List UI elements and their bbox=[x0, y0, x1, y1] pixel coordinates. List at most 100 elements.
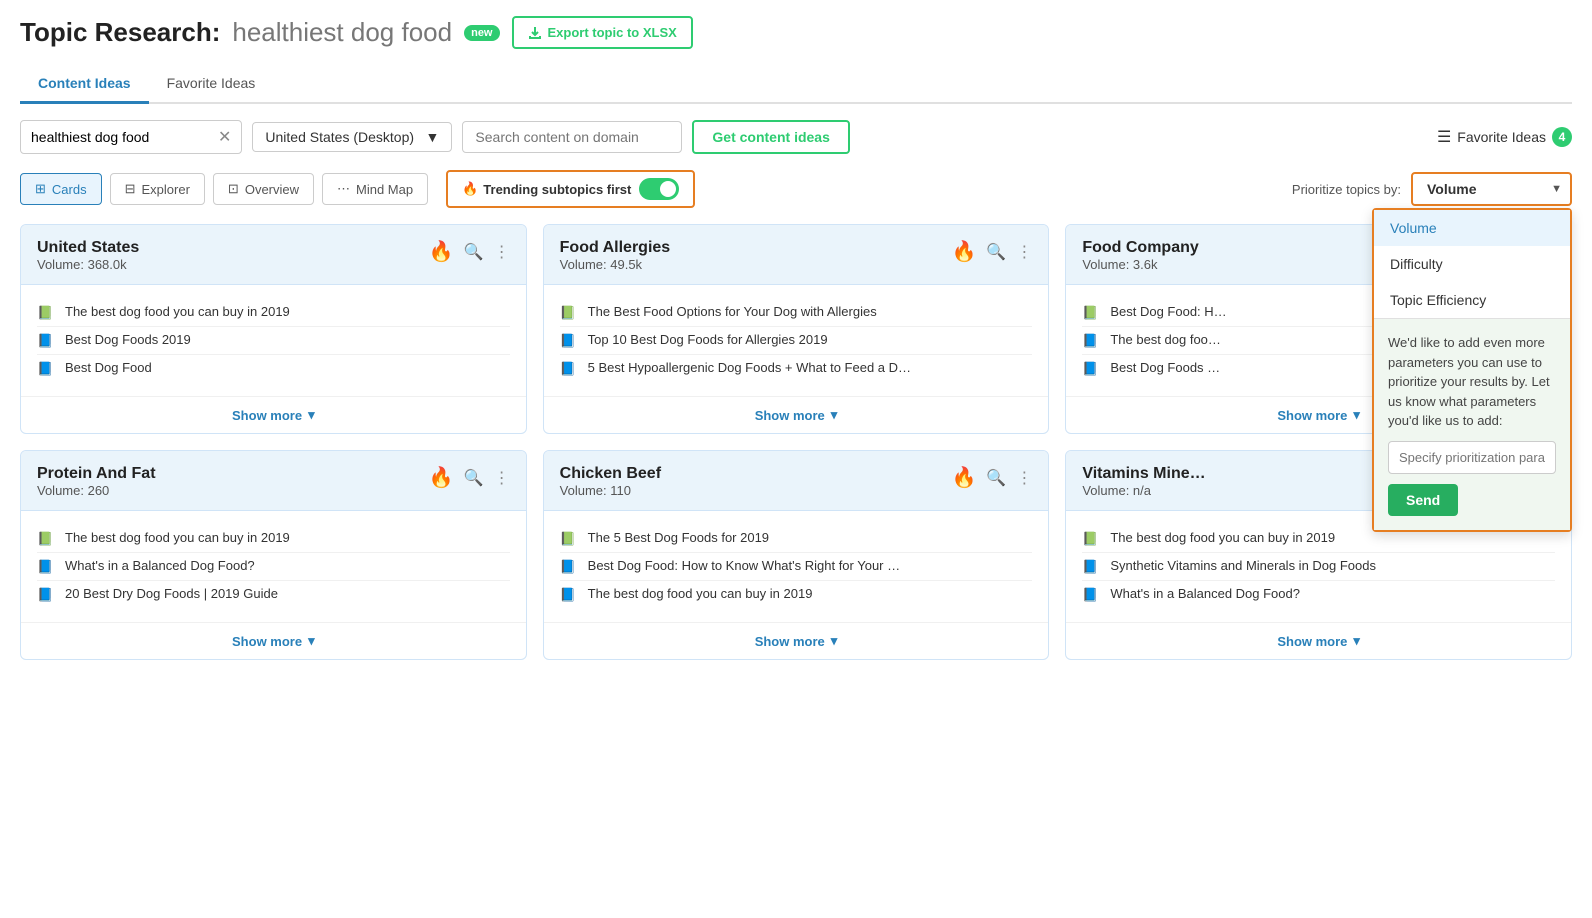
location-select[interactable]: United States (Desktop) ▼ bbox=[252, 122, 452, 152]
card-search-button[interactable]: 🔍 bbox=[986, 242, 1006, 262]
fire-badge-icon: 🔥 bbox=[429, 239, 454, 264]
list-item: 📘 What's in a Balanced Dog Food? bbox=[1082, 581, 1555, 608]
get-ideas-button[interactable]: Get content ideas bbox=[692, 120, 849, 154]
new-badge: new bbox=[464, 25, 499, 41]
card-food-allergies: Food Allergies Volume: 49.5k 🔥 🔍 ⋮ 📗 The… bbox=[543, 224, 1050, 434]
prioritize-dropdown: Volume Difficulty Topic Efficiency We'd … bbox=[1372, 208, 1572, 532]
feedback-input[interactable] bbox=[1388, 441, 1556, 474]
blue-arrow-icon: 📘 bbox=[1082, 559, 1102, 575]
green-arrow-icon: 📗 bbox=[1082, 305, 1102, 321]
card-title: Food Company bbox=[1082, 239, 1198, 257]
chevron-down-icon: ▾ bbox=[831, 407, 838, 423]
card-protein-fat: Protein And Fat Volume: 260 🔥 🔍 ⋮ 📗 The … bbox=[20, 450, 527, 660]
card-header-top: Chicken Beef Volume: 110 🔥 🔍 ⋮ bbox=[560, 465, 1033, 498]
blue-arrow-icon: 📘 bbox=[37, 587, 57, 603]
card-title: Vitamins Mine… bbox=[1082, 465, 1205, 483]
card-title-wrap: Protein And Fat Volume: 260 bbox=[37, 465, 156, 498]
card-title-wrap: Vitamins Mine… Volume: n/a bbox=[1082, 465, 1205, 498]
dropdown-feedback: We'd like to add even more parameters yo… bbox=[1374, 318, 1570, 530]
card-volume: Volume: 368.0k bbox=[37, 257, 139, 272]
view-cards-button[interactable]: ⊞ Cards bbox=[20, 173, 102, 205]
search-input[interactable] bbox=[31, 129, 212, 145]
show-more-button[interactable]: Show more ▾ bbox=[21, 396, 526, 433]
cards-icon: ⊞ bbox=[35, 181, 46, 197]
list-item: 📘 The best dog food you can buy in 2019 bbox=[560, 581, 1033, 608]
mindmap-icon: ⋯ bbox=[337, 181, 350, 197]
card-title: Food Allergies bbox=[560, 239, 671, 257]
green-arrow-icon: 📗 bbox=[37, 305, 57, 321]
list-item: 📗 The 5 Best Dog Foods for 2019 bbox=[560, 525, 1033, 553]
list-item: 📘 Best Dog Food: How to Know What's Righ… bbox=[560, 553, 1033, 581]
card-title-wrap: United States Volume: 368.0k bbox=[37, 239, 139, 272]
page-header: Topic Research: healthiest dog food new … bbox=[20, 16, 1572, 49]
card-actions: 🔥 🔍 ⋮ bbox=[952, 239, 1033, 264]
list-item: 📘 Best Dog Foods 2019 bbox=[37, 327, 510, 355]
blue-arrow-icon: 📘 bbox=[37, 333, 57, 349]
card-menu-button[interactable]: ⋮ bbox=[494, 242, 510, 262]
list-item: 📘 Top 10 Best Dog Foods for Allergies 20… bbox=[560, 327, 1033, 355]
page-title-query: healthiest dog food bbox=[232, 17, 452, 48]
card-menu-button[interactable]: ⋮ bbox=[494, 468, 510, 488]
view-mindmap-button[interactable]: ⋯ Mind Map bbox=[322, 173, 428, 205]
tab-content-ideas[interactable]: Content Ideas bbox=[20, 65, 149, 104]
table-icon: ⊟ bbox=[125, 181, 136, 197]
view-explorer-button[interactable]: ⊟ Explorer bbox=[110, 173, 205, 205]
green-arrow-icon: 📗 bbox=[37, 531, 57, 547]
card-header: United States Volume: 368.0k 🔥 🔍 ⋮ bbox=[21, 225, 526, 285]
card-header: Food Allergies Volume: 49.5k 🔥 🔍 ⋮ bbox=[544, 225, 1049, 285]
chevron-down-icon: ▾ bbox=[308, 633, 315, 649]
card-menu-button[interactable]: ⋮ bbox=[1016, 242, 1032, 262]
blue-arrow-icon: 📘 bbox=[560, 361, 580, 377]
card-title-wrap: Food Allergies Volume: 49.5k bbox=[560, 239, 671, 272]
domain-search-input[interactable] bbox=[462, 121, 682, 153]
trending-toggle-wrap: 🔥 Trending subtopics first bbox=[446, 170, 695, 208]
card-actions: 🔥 🔍 ⋮ bbox=[429, 465, 510, 490]
chevron-down-icon: ▾ bbox=[308, 407, 315, 423]
toggle-slider bbox=[639, 178, 679, 200]
prioritize-select[interactable]: Volume Difficulty Topic Efficiency bbox=[1411, 172, 1572, 206]
dropdown-option-topic-efficiency[interactable]: Topic Efficiency bbox=[1374, 282, 1570, 318]
list-item: 📗 The best dog food you can buy in 2019 bbox=[37, 299, 510, 327]
location-value: United States (Desktop) bbox=[265, 129, 414, 145]
prioritize-label: Prioritize topics by: bbox=[1292, 182, 1401, 197]
card-actions: 🔥 🔍 ⋮ bbox=[429, 239, 510, 264]
card-body: 📗 The best dog food you can buy in 2019 … bbox=[21, 285, 526, 396]
show-more-button[interactable]: Show more ▾ bbox=[21, 622, 526, 659]
trending-label: 🔥 Trending subtopics first bbox=[462, 181, 631, 197]
favorite-ideas-label: Favorite Ideas bbox=[1457, 129, 1546, 145]
card-header-top: United States Volume: 368.0k 🔥 🔍 ⋮ bbox=[37, 239, 510, 272]
fire-badge-icon: 🔥 bbox=[952, 239, 977, 264]
card-volume: Volume: 260 bbox=[37, 483, 156, 498]
card-search-button[interactable]: 🔍 bbox=[464, 242, 484, 262]
dropdown-option-difficulty[interactable]: Difficulty bbox=[1374, 246, 1570, 282]
card-menu-button[interactable]: ⋮ bbox=[1016, 468, 1032, 488]
card-title: United States bbox=[37, 239, 139, 257]
card-search-button[interactable]: 🔍 bbox=[464, 468, 484, 488]
card-body: 📗 The best dog food you can buy in 2019 … bbox=[21, 511, 526, 622]
tabs-row: Content Ideas Favorite Ideas bbox=[20, 65, 1572, 104]
show-more-button[interactable]: Show more ▾ bbox=[544, 622, 1049, 659]
feedback-text: We'd like to add even more parameters yo… bbox=[1388, 333, 1556, 431]
clear-icon[interactable]: ✕ bbox=[218, 127, 231, 147]
prioritize-select-wrapper: Volume Difficulty Topic Efficiency Volum… bbox=[1411, 172, 1572, 206]
list-item: 📘 What's in a Balanced Dog Food? bbox=[37, 553, 510, 581]
fire-badge-icon: 🔥 bbox=[952, 465, 977, 490]
list-item: 📗 The best dog food you can buy in 2019 bbox=[37, 525, 510, 553]
send-button[interactable]: Send bbox=[1388, 484, 1458, 516]
card-body: 📗 The 5 Best Dog Foods for 2019 📘 Best D… bbox=[544, 511, 1049, 622]
view-overview-button[interactable]: ⊡ Overview bbox=[213, 173, 314, 205]
export-button[interactable]: Export topic to XLSX bbox=[512, 16, 693, 49]
card-header-top: Protein And Fat Volume: 260 🔥 🔍 ⋮ bbox=[37, 465, 510, 498]
card-search-button[interactable]: 🔍 bbox=[986, 468, 1006, 488]
list-item: 📗 The Best Food Options for Your Dog wit… bbox=[560, 299, 1033, 327]
tab-favorite-ideas[interactable]: Favorite Ideas bbox=[149, 65, 274, 104]
dropdown-option-volume[interactable]: Volume bbox=[1374, 210, 1570, 246]
show-more-button[interactable]: Show more ▾ bbox=[1066, 622, 1571, 659]
trending-toggle[interactable] bbox=[639, 178, 679, 200]
cards-grid: United States Volume: 368.0k 🔥 🔍 ⋮ 📗 The… bbox=[20, 224, 1572, 660]
card-header: Protein And Fat Volume: 260 🔥 🔍 ⋮ bbox=[21, 451, 526, 511]
fire-icon-trending: 🔥 bbox=[462, 181, 478, 197]
favorite-ideas-link[interactable]: ☰ Favorite Ideas 4 bbox=[1437, 127, 1572, 147]
show-more-button[interactable]: Show more ▾ bbox=[544, 396, 1049, 433]
list-icon: ☰ bbox=[1437, 127, 1451, 147]
